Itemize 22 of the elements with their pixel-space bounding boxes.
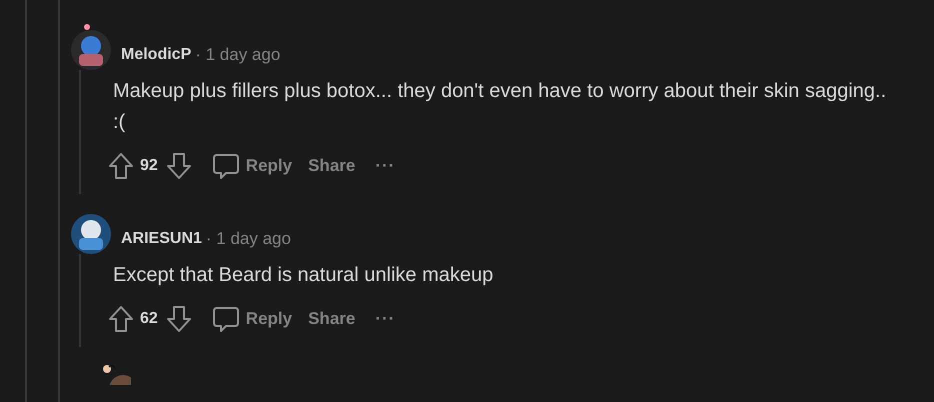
comment-icon — [212, 152, 240, 180]
reply-button[interactable]: Reply — [204, 148, 300, 184]
share-button[interactable]: Share — [300, 305, 364, 333]
downvote-icon[interactable] — [166, 152, 192, 180]
avatar-icon — [101, 363, 131, 385]
author-name[interactable]: ARIESUN1 — [121, 230, 202, 248]
comment-text: Makeup plus fillers plus botox... they don't even have to worry about their skin sagging.. :( — [113, 79, 888, 135]
reply-button[interactable]: Reply — [204, 301, 300, 337]
more-button[interactable]: ··· — [367, 152, 404, 180]
vote-count: 92 — [140, 157, 158, 175]
downvote-icon[interactable] — [166, 305, 192, 333]
timestamp: · 1 day ago — [206, 229, 291, 249]
vote-count: 62 — [140, 310, 158, 328]
share-button[interactable]: Share — [300, 152, 364, 180]
timestamp: · 1 day ago — [195, 45, 280, 65]
comment-text: Except that Beard is natural unlike makeup — [113, 263, 494, 288]
author-name[interactable]: MelodicP — [121, 46, 192, 64]
avatar-icon — [69, 24, 113, 70]
upvote-icon[interactable] — [108, 152, 134, 180]
comment-icon — [212, 305, 240, 333]
more-button[interactable]: ··· — [367, 305, 404, 333]
upvote-icon[interactable] — [108, 305, 134, 333]
